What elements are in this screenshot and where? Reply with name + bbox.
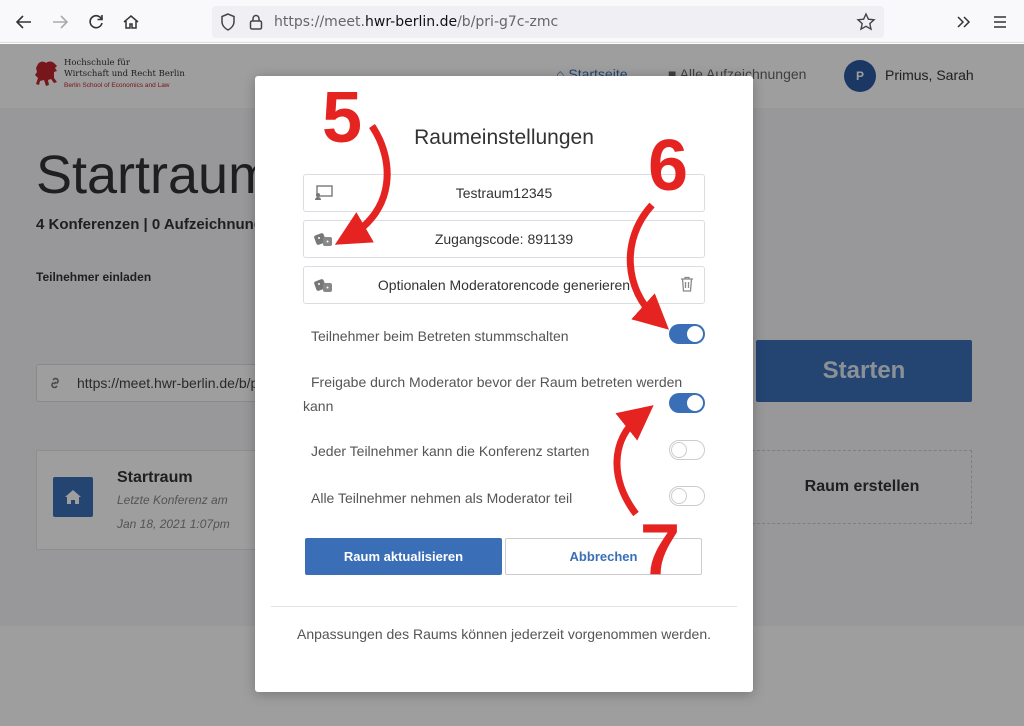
toggle-all-moderator[interactable] <box>669 486 705 506</box>
annotation-number-5: 5 <box>322 78 363 158</box>
moderator-code-label: Optionalen Moderatorencode generieren <box>377 277 631 293</box>
annotation-number-6: 6 <box>648 126 689 206</box>
toggle-label-mute: Teilnehmer beim Betreten stummschalten <box>311 328 569 344</box>
toggle-anyone-start[interactable] <box>669 440 705 460</box>
url-bar[interactable]: https://meet.hwr-berlin.de/b/pri-g7c-zmc <box>212 6 884 38</box>
shield-icon[interactable] <box>220 13 236 35</box>
url-prefix: https://meet. <box>274 14 365 30</box>
toggle-knob <box>671 442 687 458</box>
hamburger-menu-icon[interactable] <box>986 8 1014 36</box>
toggle-label-all-moderator: Alle Teilnehmer nehmen als Moderator tei… <box>311 490 573 506</box>
home-icon[interactable] <box>117 8 145 36</box>
overflow-chevrons-icon[interactable] <box>950 8 978 36</box>
toggle-mute[interactable] <box>669 324 705 344</box>
toggle-knob <box>687 326 703 342</box>
moderator-code-field[interactable]: Optionalen Moderatorencode generieren <box>303 266 705 304</box>
reload-icon[interactable] <box>82 8 110 36</box>
trash-icon[interactable] <box>680 276 694 296</box>
room-name-value: Testraum12345 <box>455 185 553 201</box>
url-path: /b/pri-g7c-zmc <box>457 14 559 30</box>
toggle-label-approval: Freigabe durch Moderator bevor der Raum … <box>303 374 683 414</box>
url-text[interactable]: https://meet.hwr-berlin.de/b/pri-g7c-zmc <box>274 14 558 30</box>
toggle-approval[interactable] <box>669 393 705 413</box>
annotation-number-7: 7 <box>640 510 681 590</box>
browser-toolbar: https://meet.hwr-berlin.de/b/pri-g7c-zmc <box>0 0 1024 43</box>
room-name-field[interactable]: Testraum12345 <box>303 174 705 212</box>
modal-divider <box>271 606 737 607</box>
forward-arrow-icon[interactable] <box>46 8 74 36</box>
toggle-knob <box>671 488 687 504</box>
update-room-button[interactable]: Raum aktualisieren <box>305 538 502 575</box>
access-code-field[interactable]: Zugangscode: 891139 <box>303 220 705 258</box>
access-code-value: Zugangscode: 891139 <box>434 231 574 247</box>
toggle-label-anyone-start: Jeder Teilnehmer kann die Konferenz star… <box>311 443 590 459</box>
bookmark-star-icon[interactable] <box>856 12 876 36</box>
modal-footer-note: Anpassungen des Raums können jederzeit v… <box>296 626 712 642</box>
back-arrow-icon[interactable] <box>10 8 38 36</box>
toggle-knob <box>687 395 703 411</box>
lock-icon[interactable] <box>248 13 264 35</box>
url-host: hwr-berlin.de <box>365 14 458 30</box>
